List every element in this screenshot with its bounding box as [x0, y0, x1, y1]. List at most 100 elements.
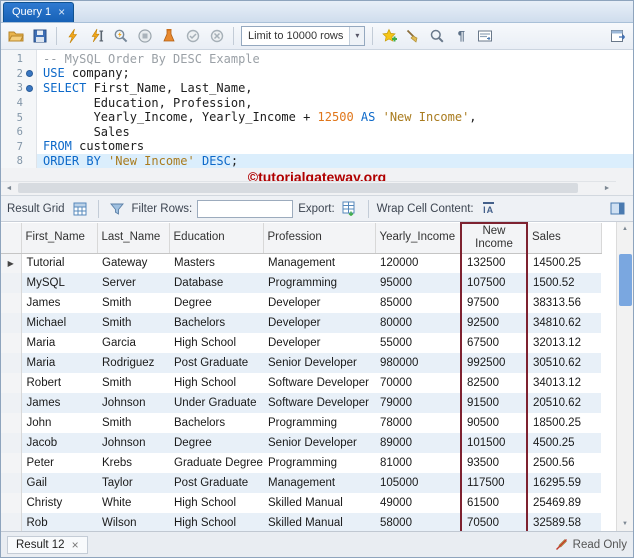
- grid-cell[interactable]: Degree: [169, 433, 263, 454]
- grid-cell[interactable]: 89000: [375, 433, 461, 454]
- chevron-down-icon[interactable]: ▾: [349, 26, 365, 45]
- row-selector[interactable]: [1, 453, 22, 474]
- grid-cell[interactable]: High School: [169, 373, 263, 393]
- grid-cell[interactable]: Under Graduate: [169, 393, 263, 414]
- column-header[interactable]: Last_Name: [97, 223, 170, 254]
- result-tab[interactable]: Result 12 ×: [7, 535, 88, 554]
- grid-cell[interactable]: High School: [169, 513, 263, 532]
- grid-cell[interactable]: Christy: [21, 493, 97, 513]
- grid-cell[interactable]: 20510.62: [527, 393, 601, 414]
- toggle-stop-on-error-button[interactable]: [158, 25, 180, 47]
- vertical-scrollbar-thumb[interactable]: [619, 254, 632, 307]
- column-header[interactable]: New Income: [460, 222, 528, 254]
- row-selector[interactable]: [1, 433, 22, 454]
- grid-cell[interactable]: 4500.25: [527, 433, 601, 454]
- grid-cell[interactable]: Wilson: [97, 513, 169, 532]
- grid-cell[interactable]: Software Developer: [263, 393, 375, 414]
- grid-cell[interactable]: Management: [263, 253, 375, 273]
- grid-cell[interactable]: 90500: [460, 413, 528, 434]
- grid-cell[interactable]: 49000: [375, 493, 461, 513]
- grid-cell[interactable]: 38313.56: [527, 293, 601, 313]
- grid-cell[interactable]: 16295.59: [527, 473, 601, 494]
- grid-cell[interactable]: 95000: [375, 273, 461, 294]
- row-selector[interactable]: [1, 413, 22, 434]
- result-tab-close-icon[interactable]: ×: [72, 539, 79, 551]
- stop-query-button[interactable]: [134, 25, 156, 47]
- grid-cell[interactable]: 67500: [460, 333, 528, 354]
- tab-query-1[interactable]: Query 1 ×: [3, 1, 75, 22]
- grid-cell[interactable]: 34013.12: [527, 373, 601, 393]
- grid-cell[interactable]: 980000: [375, 353, 461, 374]
- code-line[interactable]: Sales: [37, 125, 633, 140]
- grid-cell[interactable]: Johnson: [97, 393, 169, 414]
- scroll-left-arrow-icon[interactable]: ◄: [1, 182, 17, 194]
- grid-view-button[interactable]: [70, 199, 90, 219]
- grid-cell[interactable]: Senior Developer: [263, 353, 375, 374]
- row-selector[interactable]: [1, 273, 22, 294]
- code-line[interactable]: Yearly_Income, Yearly_Income + 12500 AS …: [37, 110, 633, 125]
- horizontal-scrollbar-thumb[interactable]: [18, 183, 578, 194]
- column-header[interactable]: First_Name: [21, 223, 98, 254]
- filter-rows-input[interactable]: [197, 199, 294, 218]
- grid-cell[interactable]: Robert: [21, 373, 97, 393]
- row-selector[interactable]: [1, 473, 22, 494]
- grid-cell[interactable]: 93500: [460, 453, 528, 474]
- commit-button[interactable]: [182, 25, 204, 47]
- grid-cell[interactable]: 82500: [460, 373, 528, 394]
- grid-cell[interactable]: 992500: [460, 353, 528, 374]
- sql-code-editor[interactable]: 12345678 -- MySQL Order By DESC Example U…: [1, 49, 633, 169]
- grid-cell[interactable]: 91500: [460, 393, 528, 414]
- grid-cell[interactable]: 58000: [375, 513, 461, 532]
- export-button[interactable]: [340, 199, 360, 219]
- row-selector[interactable]: [1, 333, 22, 354]
- grid-cell[interactable]: Graduate Degree: [169, 453, 263, 473]
- scroll-right-arrow-icon[interactable]: ►: [599, 182, 615, 194]
- vertical-scrollbar[interactable]: ▲ ▼: [616, 222, 633, 532]
- grid-cell[interactable]: Gateway: [97, 253, 169, 273]
- grid-cell[interactable]: 32589.58: [527, 513, 601, 532]
- column-header[interactable]: Profession: [263, 223, 376, 254]
- row-selector[interactable]: [1, 293, 22, 314]
- open-script-button[interactable]: [5, 25, 27, 47]
- filter-button[interactable]: [107, 199, 127, 219]
- grid-cell[interactable]: 14500.25: [527, 253, 601, 273]
- grid-cell[interactable]: 30510.62: [527, 353, 601, 374]
- grid-cell[interactable]: Senior Developer: [263, 433, 375, 454]
- grid-cell[interactable]: Developer: [263, 293, 375, 313]
- grid-cell[interactable]: 107500: [460, 273, 528, 294]
- grid-cell[interactable]: Database: [169, 273, 263, 294]
- grid-cell[interactable]: 32013.12: [527, 333, 601, 353]
- grid-cell[interactable]: Taylor: [97, 473, 169, 494]
- column-header[interactable]: Sales: [527, 223, 602, 254]
- grid-cell[interactable]: Bachelors: [169, 413, 263, 433]
- row-selector[interactable]: [1, 373, 22, 394]
- grid-cell[interactable]: 80000: [375, 313, 461, 334]
- code-line[interactable]: FROM customers: [37, 139, 633, 154]
- rollback-button[interactable]: [206, 25, 228, 47]
- code-line[interactable]: SELECT First_Name, Last_Name,: [37, 81, 633, 96]
- save-snippet-button[interactable]: [378, 25, 400, 47]
- row-selector[interactable]: [1, 513, 22, 532]
- grid-cell[interactable]: 117500: [460, 473, 528, 494]
- grid-cell[interactable]: 132500: [460, 253, 528, 274]
- grid-cell[interactable]: 101500: [460, 433, 528, 454]
- toggle-invisible-characters-button[interactable]: ¶: [450, 25, 472, 47]
- row-selector[interactable]: [1, 493, 22, 514]
- explain-query-button[interactable]: [110, 25, 132, 47]
- grid-cell[interactable]: Johnson: [97, 433, 169, 454]
- grid-cell[interactable]: 18500.25: [527, 413, 601, 433]
- grid-cell[interactable]: Garcia: [97, 333, 169, 353]
- scroll-down-arrow-icon[interactable]: ▼: [617, 517, 633, 531]
- grid-cell[interactable]: James: [21, 393, 97, 414]
- grid-cell[interactable]: 85000: [375, 293, 461, 313]
- grid-cell[interactable]: 81000: [375, 453, 461, 473]
- grid-cell[interactable]: Skilled Manual: [263, 513, 375, 532]
- code-line[interactable]: Education, Profession,: [37, 96, 633, 111]
- grid-cell[interactable]: High School: [169, 493, 263, 513]
- grid-cell[interactable]: 70000: [375, 373, 461, 393]
- grid-cell[interactable]: 97500: [460, 293, 528, 314]
- grid-cell[interactable]: John: [21, 413, 97, 433]
- grid-cell[interactable]: Post Graduate: [169, 353, 263, 374]
- grid-cell[interactable]: 1500.52: [527, 273, 601, 294]
- grid-cell[interactable]: MySQL: [21, 273, 97, 294]
